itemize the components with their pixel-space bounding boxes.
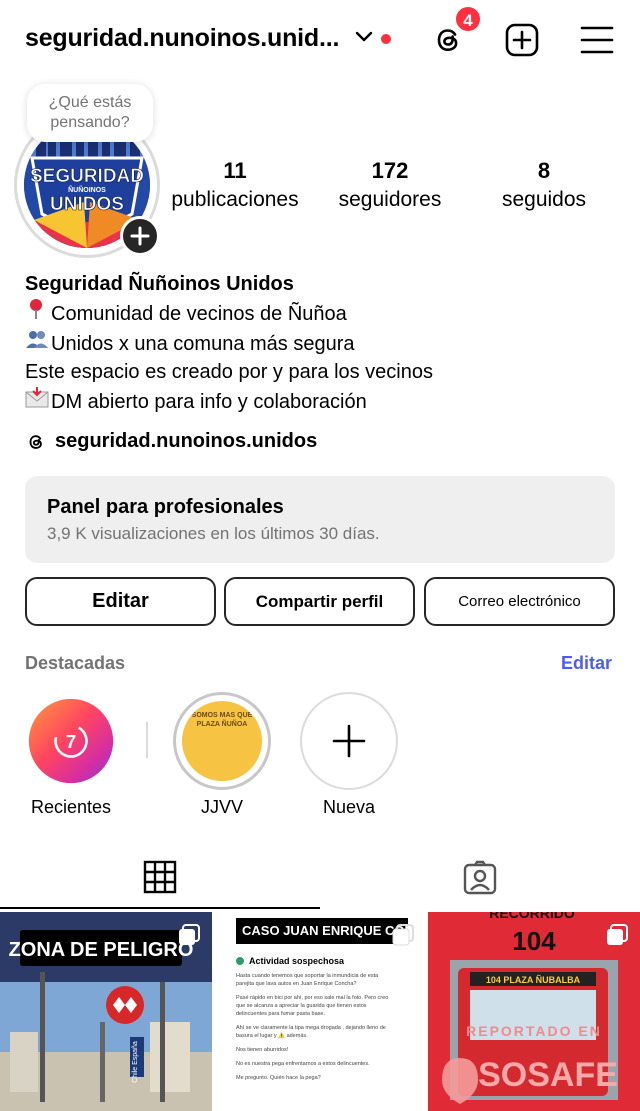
bio-text: DM abierto para info y colaboración (51, 391, 367, 413)
status-dot (236, 957, 244, 965)
post-paragraph: Nos tienen aburridos! (236, 1047, 289, 1053)
plus-icon (130, 226, 150, 246)
reported-text: REPORTADO EN (466, 1023, 602, 1039)
professional-dashboard[interactable]: Panel para profesionales 3,9 K visualiza… (25, 476, 615, 563)
post-paragraph: Pasé rápido en bici por ahí, por eso sal… (236, 995, 389, 1017)
stat-value: 8 (537, 158, 551, 183)
post-paragraph: Me pregunto. Quién hace la pega? (236, 1075, 321, 1081)
post-thumbnail[interactable]: RECORRIDO 104 104 PLAZA ÑUBALBA REPORTAD… (428, 912, 640, 1111)
highlight-jjvv[interactable]: SOMOS MAS QUE PLAZA ÑUÑOA JJVV (172, 692, 272, 818)
post-thumbnail[interactable]: Chile España ZONA DE PELIGRO (0, 912, 212, 1111)
add-story-button[interactable] (120, 216, 160, 256)
notification-badge: 4 (454, 5, 482, 33)
stat-value: 11 (223, 158, 247, 183)
avatar-text-1: SEGURIDAD (30, 166, 144, 187)
chevron-down-icon[interactable] (354, 30, 374, 44)
brand-text: SOSAFE (478, 1056, 618, 1094)
bus-sign: 104 PLAZA ÑUBALBA (486, 975, 581, 985)
timer-icon: 7 (54, 724, 88, 758)
bio: Seguridad Ñuñoinos Unidos Comunidad de v… (25, 270, 625, 416)
stat-value: 172 (371, 158, 409, 183)
post-paragraph: Hasta cuando tenemos que soportar la inm… (236, 973, 379, 987)
note-bubble[interactable]: ¿Qué estás pensando? (27, 84, 153, 142)
panel-subtitle: 3,9 K visualizaciones en los últimos 30 … (47, 524, 380, 543)
highlights-edit-link[interactable]: Editar (561, 653, 612, 674)
post-subtitle-row: Actividad sospechosa (236, 956, 344, 966)
pin-icon (25, 298, 51, 328)
post-caption: ZONA DE PELIGRO (9, 939, 194, 961)
post-paragraph: No es nuestra pega enfrentarnos a estos … (236, 1061, 370, 1067)
bio-line: Comunidad de vecinos de Ñuñoa (25, 298, 625, 328)
stat-label: seguidores (338, 188, 442, 211)
jjvv-cover-text: SOMOS MAS QUE PLAZA ÑUÑOA (191, 712, 253, 728)
email-button[interactable]: Correo electrónico (424, 577, 615, 626)
bio-line: Unidos x una comuna más segura (25, 328, 625, 358)
highlight-divider (146, 722, 148, 758)
menu-icon[interactable] (580, 24, 614, 56)
bio-text: Este espacio es creado por y para los ve… (25, 361, 433, 383)
grid-tab-icon[interactable] (143, 860, 177, 894)
jjvv-highlight-ring: SOMOS MAS QUE PLAZA ÑUÑOA (173, 692, 271, 790)
edit-profile-button[interactable]: Editar (25, 577, 216, 626)
bio-text: Comunidad de vecinos de Ñuñoa (51, 303, 347, 325)
account-switcher[interactable]: seguridad.nunoinos.unid... (25, 24, 339, 53)
create-post-icon[interactable] (504, 22, 540, 58)
tagged-tab-icon[interactable] (462, 860, 498, 896)
threads-handle: seguridad.nunoinos.unidos (55, 430, 318, 452)
bio-line: Este espacio es creado por y para los ve… (25, 358, 625, 386)
envelope-icon (25, 386, 51, 416)
unread-dot (381, 34, 391, 44)
carousel-icon (179, 924, 200, 945)
highlight-label: JJVV (200, 797, 243, 817)
bio-text: Unidos x una comuna más segura (51, 333, 355, 355)
post-subtitle: Actividad sospechosa (249, 956, 345, 966)
highlight-label: Nueva (322, 797, 376, 817)
post-thumbnail[interactable]: CASO JUAN ENRIQUE CONCHA Actividad sospe… (214, 912, 426, 1111)
plus-icon (332, 724, 366, 758)
bio-line: DM abierto para info y colaboración (25, 386, 625, 416)
panel-title: Panel para profesionales (47, 496, 284, 518)
stat-followers[interactable]: 172 seguidores (330, 158, 450, 212)
recent-highlight-cover: 7 (28, 698, 114, 784)
top-bar: seguridad.nunoinos.unid... 4 (0, 0, 640, 82)
stat-label: seguidos (501, 188, 587, 211)
carousel-icon (607, 924, 628, 945)
post-route: 104 (512, 926, 556, 956)
highlight-recientes[interactable]: 7 Recientes (21, 692, 121, 818)
recent-badge: 7 (66, 732, 77, 753)
avatar-text-2: ÑUÑOINOS (68, 185, 106, 194)
people-icon (25, 328, 51, 358)
post-title-top: RECORRIDO (489, 912, 575, 921)
threads-profile-link[interactable]: seguridad.nunoinos.unidos (25, 430, 317, 453)
stat-following[interactable]: 8 seguidos (494, 158, 594, 212)
post-caption: CASO JUAN ENRIQUE CONCHA (236, 918, 408, 944)
share-profile-button[interactable]: Compartir perfil (224, 577, 415, 626)
highlights-title: Destacadas (25, 653, 126, 673)
stat-label: publicaciones (171, 188, 299, 211)
threads-icon (29, 434, 42, 449)
post-body: Hasta cuando tenemos que soportar la inm… (236, 972, 396, 1082)
metro-sign-text: Chile España (132, 1041, 139, 1083)
stat-posts[interactable]: 11 publicaciones (165, 158, 305, 212)
highlight-label: Recientes (30, 797, 112, 817)
new-highlight-circle (300, 692, 398, 790)
jjvv-highlight-cover: SOMOS MAS QUE PLAZA ÑUÑOA (182, 701, 262, 781)
active-tab-indicator (0, 907, 320, 909)
carousel-icon (392, 924, 414, 946)
highlight-new[interactable]: Nueva (299, 692, 399, 818)
profile-name: Seguridad Ñuñoinos Unidos (25, 273, 294, 295)
post-paragraph: Ahí se ve claramente la tipa mega drogad… (236, 1025, 386, 1039)
avatar-text-3: UNIDOS (50, 194, 124, 215)
